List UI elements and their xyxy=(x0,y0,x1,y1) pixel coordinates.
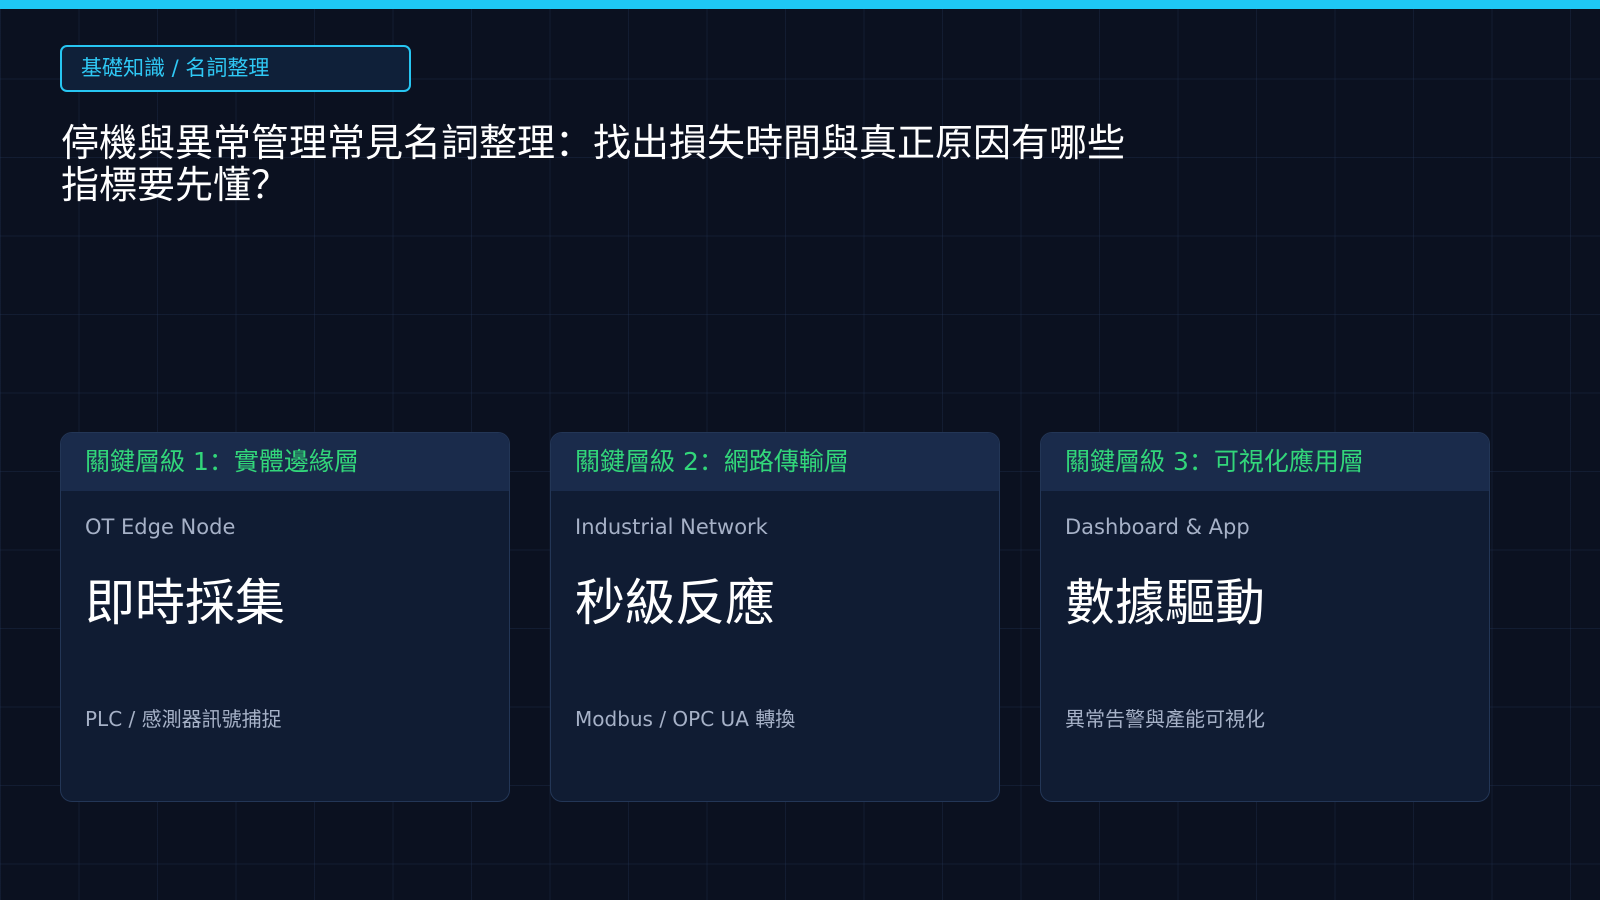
card-subtitle: OT Edge Node xyxy=(85,515,236,539)
card-headline: 即時採集 xyxy=(85,574,285,632)
layer-cards: 關鍵層級 1：實體邊緣層 OT Edge Node 即時採集 PLC / 感測器… xyxy=(60,432,1520,802)
card-headline: 數據驅動 xyxy=(1065,574,1265,632)
page-title: 停機與異常管理常見名詞整理：找出損失時間與真正原因有哪些 指標要先懂？ xyxy=(61,122,1261,206)
page-title-line-1: 停機與異常管理常見名詞整理：找出損失時間與真正原因有哪些 xyxy=(61,121,1126,165)
card-description: 異常告警與產能可視化 xyxy=(1065,707,1265,731)
card-description: Modbus / OPC UA 轉換 xyxy=(575,707,796,731)
layer-card-2: 關鍵層級 2：網路傳輸層 Industrial Network 秒級反應 Mod… xyxy=(550,432,1000,802)
card-headline: 秒級反應 xyxy=(575,574,775,632)
top-accent-bar xyxy=(0,0,1600,9)
layer-card-3: 關鍵層級 3：可視化應用層 Dashboard & App 數據驅動 異常告警與… xyxy=(1040,432,1490,802)
card-subtitle: Dashboard & App xyxy=(1065,515,1250,539)
card-header: 關鍵層級 3：可視化應用層 xyxy=(1041,433,1489,491)
card-header: 關鍵層級 2：網路傳輸層 xyxy=(551,433,999,491)
page-title-line-2: 指標要先懂？ xyxy=(61,163,290,207)
card-subtitle: Industrial Network xyxy=(575,515,768,539)
card-header: 關鍵層級 1：實體邊緣層 xyxy=(61,433,509,491)
layer-card-1: 關鍵層級 1：實體邊緣層 OT Edge Node 即時採集 PLC / 感測器… xyxy=(60,432,510,802)
category-badge: 基礎知識 / 名詞整理 xyxy=(60,45,411,92)
card-description: PLC / 感測器訊號捕捉 xyxy=(85,707,282,731)
